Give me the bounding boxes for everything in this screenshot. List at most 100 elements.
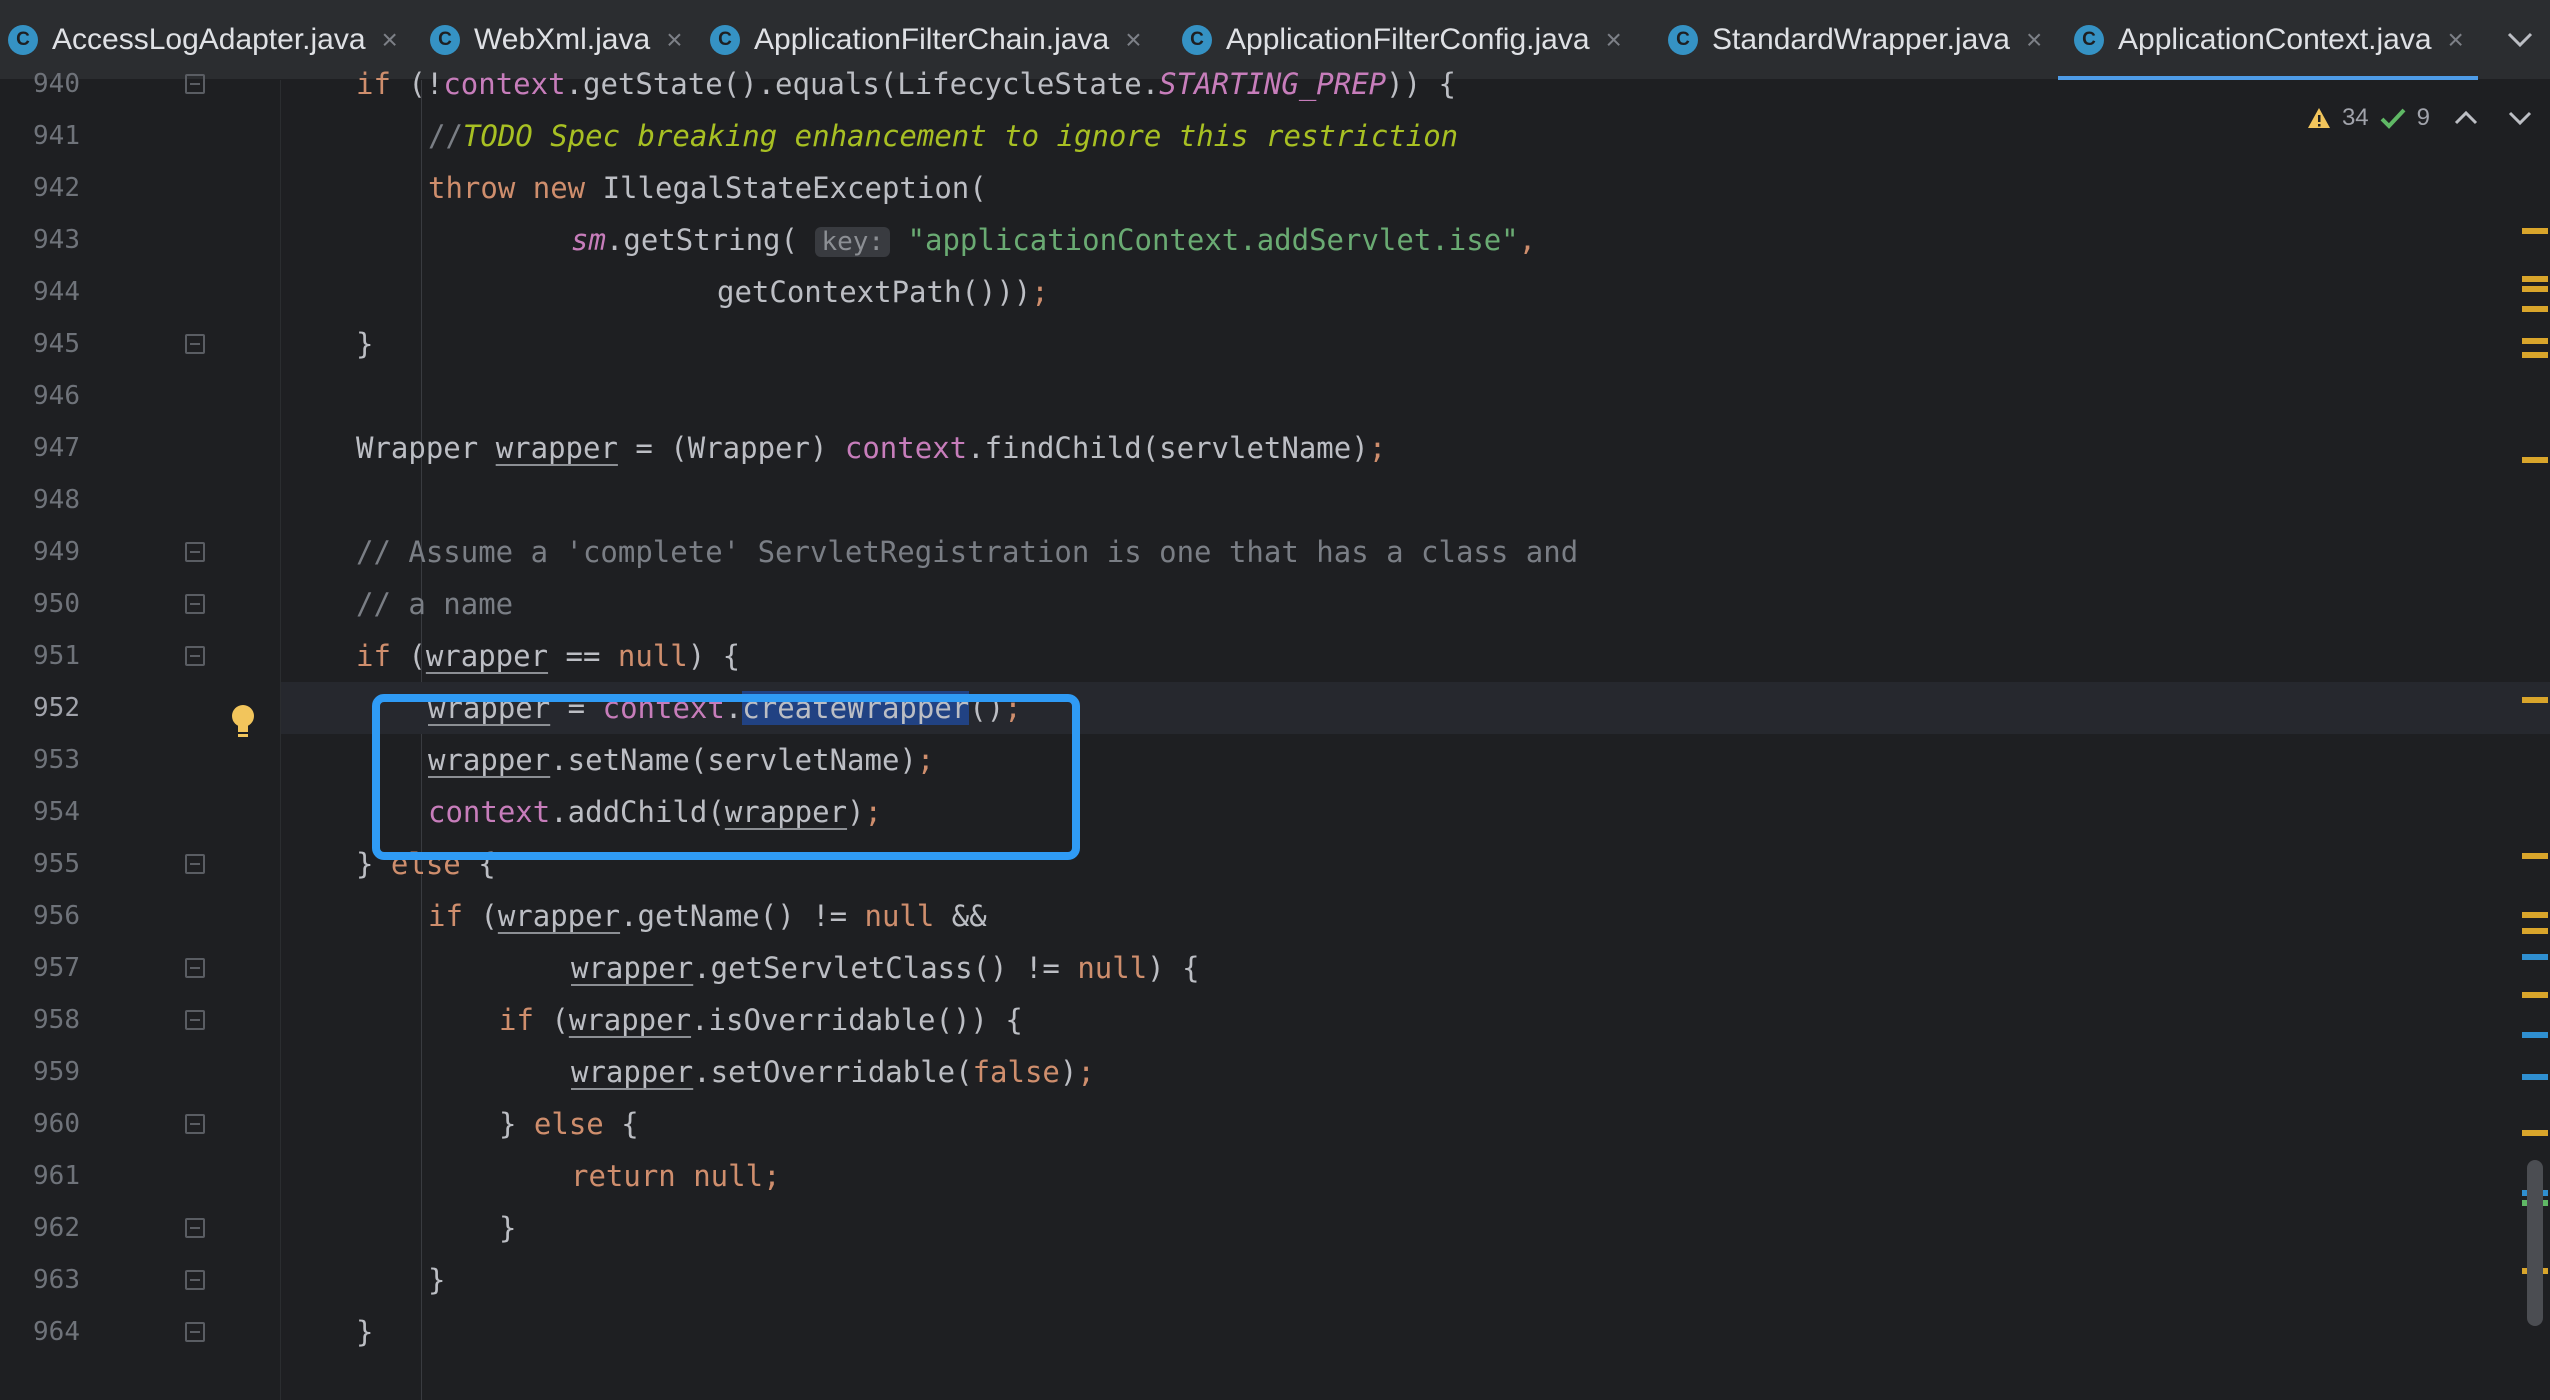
token: ( xyxy=(462,899,498,933)
fold-marker-icon[interactable] xyxy=(185,646,205,666)
fold-marker-icon[interactable] xyxy=(185,594,205,614)
fold-marker-icon[interactable] xyxy=(185,854,205,874)
tab-label: ApplicationFilterConfig.java xyxy=(1226,22,1590,56)
token: if xyxy=(356,639,391,673)
line-number: 943 xyxy=(33,225,80,255)
token: wrapper xyxy=(425,639,549,673)
vertical-scrollbar-thumb[interactable] xyxy=(2527,1160,2543,1326)
warning-marker[interactable] xyxy=(2522,928,2548,934)
token: } xyxy=(499,1211,517,1245)
annotation-highlight-box xyxy=(372,694,1080,860)
line-number-gutter[interactable]: 940 941 942 943 944 945 946 947 948 949 … xyxy=(0,69,280,1400)
token: if xyxy=(356,67,391,101)
code-line-960: } else { xyxy=(499,1098,2550,1150)
lightbulb-icon[interactable] xyxy=(228,702,258,742)
close-icon[interactable]: × xyxy=(382,24,398,56)
token: ; xyxy=(1077,1055,1095,1089)
token: , xyxy=(1518,223,1537,257)
fold-marker-icon[interactable] xyxy=(185,1010,205,1030)
tab-label: AccessLogAdapter.java xyxy=(52,22,366,56)
token: ( xyxy=(533,1003,569,1037)
warning-marker[interactable] xyxy=(2522,276,2548,282)
token: ) { xyxy=(1147,951,1200,985)
warning-marker[interactable] xyxy=(2522,352,2548,358)
line-number: 944 xyxy=(33,277,80,307)
token: ) xyxy=(1059,1055,1078,1089)
line-number: 940 xyxy=(33,69,80,99)
line-number: 954 xyxy=(33,797,80,827)
code-line-945: } xyxy=(356,318,2550,370)
line-number: 945 xyxy=(33,329,80,359)
warning-marker[interactable] xyxy=(2522,912,2548,918)
fold-marker-icon[interactable] xyxy=(185,958,205,978)
token: null xyxy=(1077,951,1148,985)
line-number: 960 xyxy=(33,1109,80,1139)
line-number: 949 xyxy=(33,537,80,567)
info-marker[interactable] xyxy=(2522,954,2548,960)
code-line-940: if (!context.getState().equals(Lifecycle… xyxy=(356,58,2550,110)
token: else xyxy=(533,1107,604,1141)
code-line-958: if (wrapper.isOverridable()) { xyxy=(499,994,2550,1046)
close-icon[interactable]: × xyxy=(1606,24,1622,56)
code-line-959: wrapper.setOverridable(false); xyxy=(571,1046,2550,1098)
warning-marker[interactable] xyxy=(2522,853,2548,859)
warning-marker[interactable] xyxy=(2522,306,2548,312)
warning-marker[interactable] xyxy=(2522,338,2548,344)
token: .getString( xyxy=(605,223,816,257)
fold-marker-icon[interactable] xyxy=(185,1322,205,1342)
close-icon[interactable]: × xyxy=(2448,24,2464,56)
fold-marker-icon[interactable] xyxy=(185,1270,205,1290)
token: && xyxy=(934,899,987,933)
tab-label: StandardWrapper.java xyxy=(1712,22,2010,56)
code-line-951: if (wrapper == null) { xyxy=(356,630,2550,682)
code-editor[interactable]: 940 941 942 943 944 945 946 947 948 949 … xyxy=(0,67,2550,1400)
tab-label: ApplicationContext.java xyxy=(2118,22,2432,56)
warning-count: 34 xyxy=(2341,104,2369,131)
code-line-947: Wrapper wrapper = (Wrapper) context.find… xyxy=(356,422,2550,474)
line-number: 964 xyxy=(33,1317,80,1347)
token: ; xyxy=(1368,431,1387,465)
fold-marker-icon[interactable] xyxy=(185,1114,205,1134)
inspection-widget[interactable]: 34 9 xyxy=(2306,98,2550,138)
token: } xyxy=(356,1315,374,1349)
token: ( xyxy=(390,639,426,673)
warning-marker[interactable] xyxy=(2522,228,2548,234)
close-icon[interactable]: × xyxy=(1125,24,1141,56)
line-number: 958 xyxy=(33,1005,80,1035)
code-line-963: } xyxy=(428,1254,2550,1306)
check-icon xyxy=(2380,108,2406,129)
warning-marker[interactable] xyxy=(2522,286,2548,292)
token: sm xyxy=(571,223,606,257)
fold-marker-icon[interactable] xyxy=(185,542,205,562)
token: if xyxy=(428,899,463,933)
java-class-icon: C xyxy=(710,24,740,55)
token: // xyxy=(428,119,463,153)
warning-marker[interactable] xyxy=(2522,697,2548,703)
token: (! xyxy=(390,67,444,101)
info-marker[interactable] xyxy=(2522,1074,2548,1080)
fold-marker-icon[interactable] xyxy=(185,74,205,94)
line-number: 947 xyxy=(33,433,80,463)
info-marker[interactable] xyxy=(2522,1032,2548,1038)
token: .getServletClass() != xyxy=(693,951,1078,985)
token: wrapper xyxy=(571,951,694,985)
token: } xyxy=(428,1263,446,1297)
token: getContextPath())) xyxy=(717,275,1032,309)
line-number: 948 xyxy=(33,485,80,515)
warning-marker[interactable] xyxy=(2522,457,2548,463)
token: ) { xyxy=(687,639,741,673)
warning-marker[interactable] xyxy=(2522,1130,2548,1136)
token: .findChild(servletName) xyxy=(967,431,1369,465)
token: STARTING_PREP xyxy=(1159,67,1387,101)
warning-marker[interactable] xyxy=(2522,992,2548,998)
token: wrapper xyxy=(495,431,618,465)
java-class-icon: C xyxy=(430,24,460,55)
close-icon[interactable]: × xyxy=(2026,24,2042,56)
token: == xyxy=(548,639,618,673)
fold-marker-icon[interactable] xyxy=(185,334,205,354)
fold-marker-icon[interactable] xyxy=(185,1218,205,1238)
comment: // a name xyxy=(356,587,514,621)
chevron-up-icon[interactable] xyxy=(2454,110,2478,126)
close-icon[interactable]: × xyxy=(666,24,682,56)
